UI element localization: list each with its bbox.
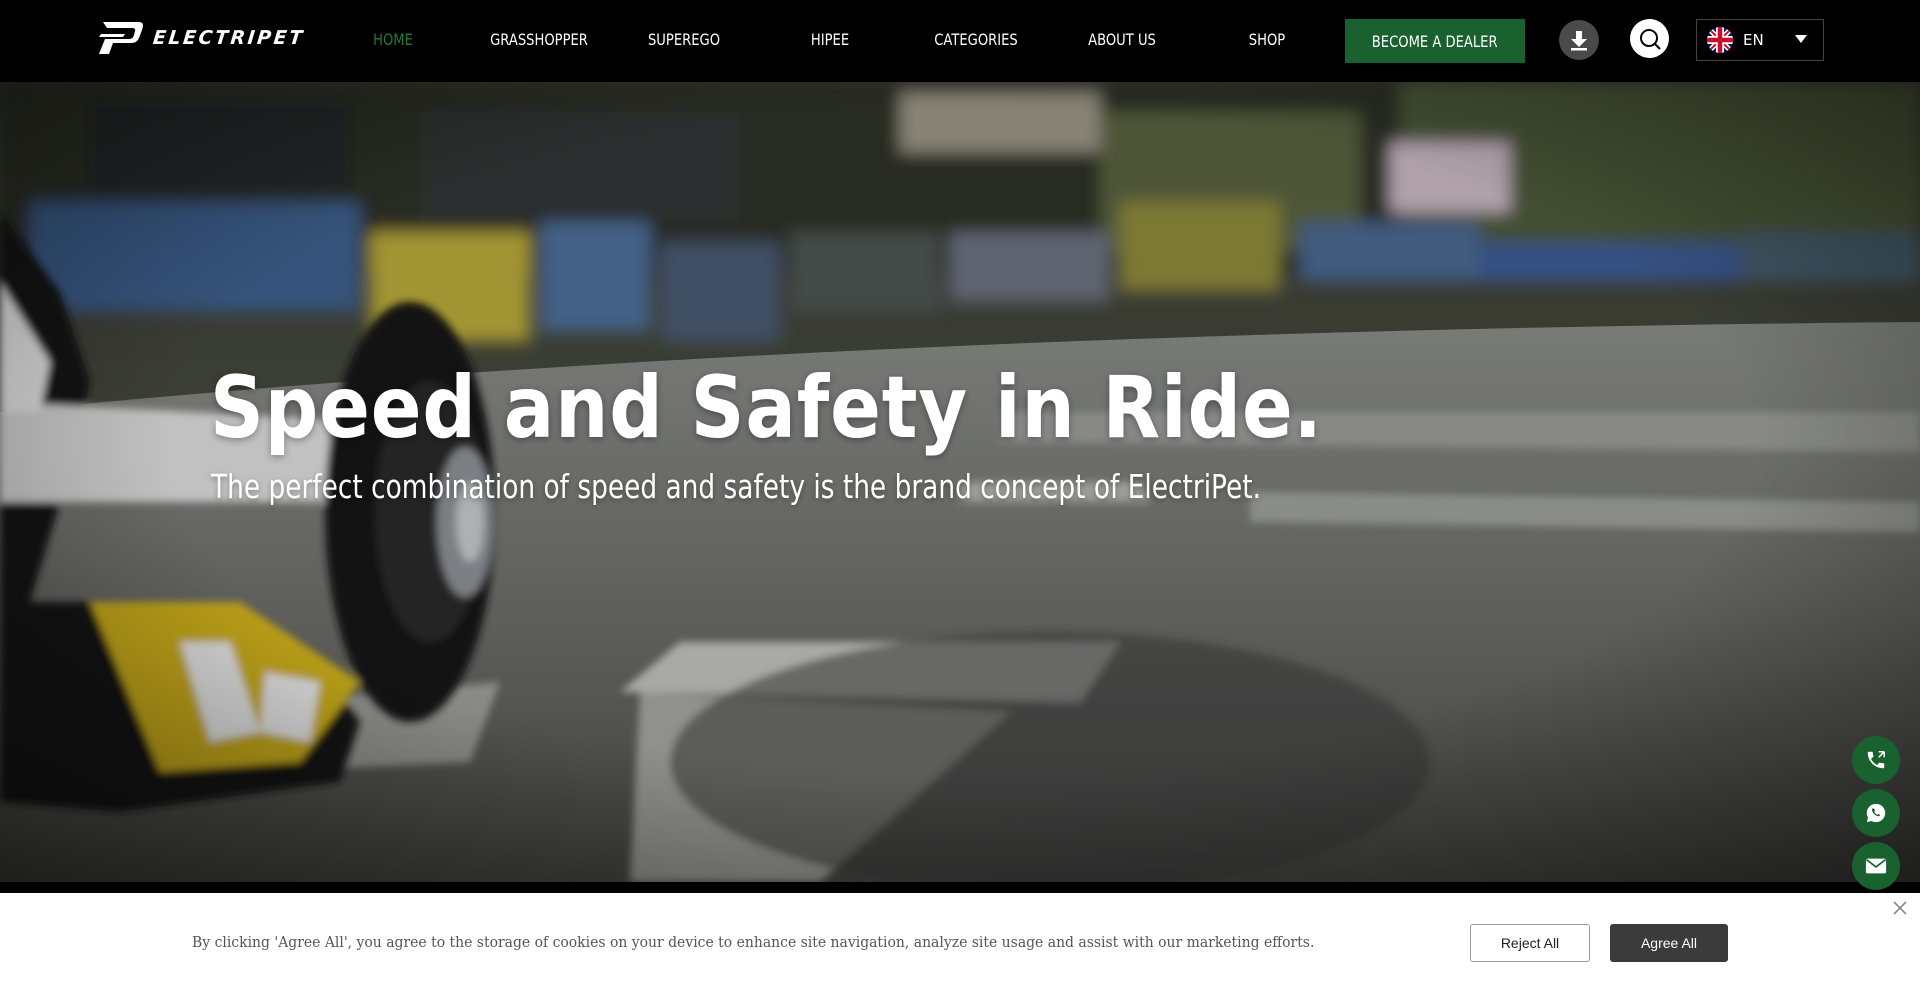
become-dealer-button[interactable]: BECOME A DEALER (1345, 19, 1525, 63)
phone-icon (1867, 751, 1885, 769)
hero-section: Speed and Safety in Ride. The perfect co… (0, 82, 1920, 882)
hero-subtitle: The perfect combination of speed and saf… (211, 467, 1262, 506)
nav-superego[interactable]: SUPEREGO (627, 30, 742, 49)
search-icon (1639, 28, 1661, 50)
site-header: ELECTRIPET HOME GRASSHOPPER SUPEREGO HIP… (0, 0, 1920, 82)
cookie-consent-text: By clicking 'Agree All', you agree to th… (192, 933, 1315, 951)
download-icon (1571, 31, 1587, 51)
close-icon[interactable] (1890, 898, 1910, 918)
reject-all-button[interactable]: Reject All (1470, 924, 1590, 962)
mail-icon (1865, 858, 1887, 874)
cookie-consent-bar: By clicking 'Agree All', you agree to th… (0, 893, 1920, 993)
whatsapp-contact-button[interactable] (1852, 789, 1900, 837)
agree-all-button[interactable]: Agree All (1610, 924, 1728, 962)
chevron-down-icon (1795, 35, 1807, 43)
become-dealer-label: BECOME A DEALER (1372, 31, 1498, 51)
uk-flag-icon (1707, 27, 1733, 53)
logo-wordmark: ELECTRIPET (151, 27, 306, 49)
language-selector[interactable]: EN (1696, 19, 1824, 61)
language-label: EN (1743, 31, 1764, 49)
email-contact-button[interactable] (1852, 842, 1900, 890)
nav-shop[interactable]: SHOP (1210, 30, 1325, 49)
phone-contact-button[interactable] (1852, 736, 1900, 784)
search-button[interactable] (1630, 19, 1669, 58)
logo-mark-icon (99, 22, 143, 54)
download-button[interactable] (1559, 20, 1599, 60)
nav-hipee[interactable]: HIPEE (773, 30, 888, 49)
nav-home[interactable]: HOME (336, 30, 451, 49)
nav-about-us[interactable]: ABOUT US (1065, 30, 1180, 49)
whatsapp-icon (1866, 803, 1886, 823)
nav-grasshopper[interactable]: GRASSHOPPER (482, 30, 597, 49)
nav-categories[interactable]: CATEGORIES (919, 30, 1034, 49)
hero-title: Speed and Safety in Ride. (210, 358, 1323, 458)
site-logo[interactable]: ELECTRIPET (95, 18, 325, 58)
